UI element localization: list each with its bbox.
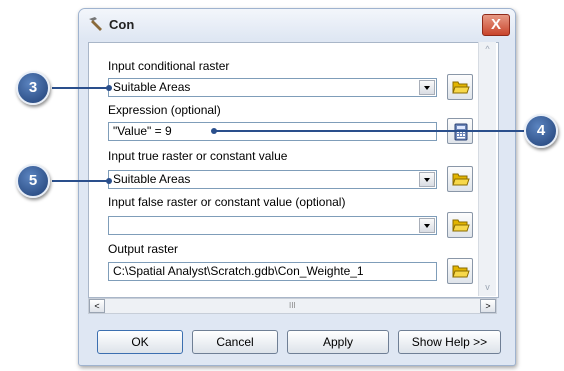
callout-4-dot <box>211 128 217 134</box>
callout-5: 5 <box>16 164 50 198</box>
callout-3-dot <box>106 85 112 91</box>
callout-leaders <box>52 85 524 184</box>
callout-5-dot <box>106 178 112 184</box>
callout-3: 3 <box>16 71 50 105</box>
callout-4: 4 <box>524 114 558 148</box>
